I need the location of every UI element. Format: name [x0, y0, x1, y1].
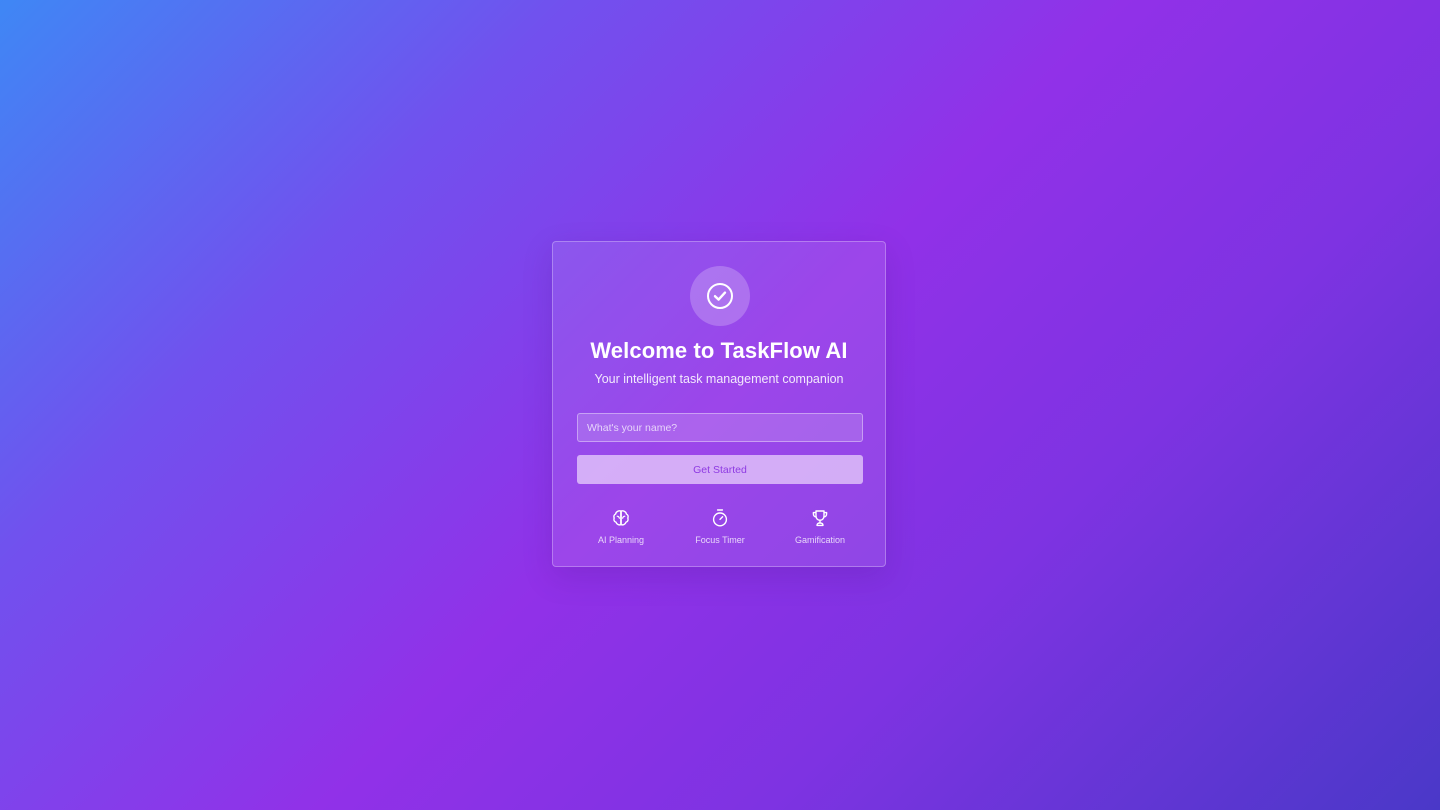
feature-focus-timer: Focus Timer — [675, 508, 765, 545]
feature-label: AI Planning — [597, 535, 645, 545]
feature-label: Gamification — [794, 535, 846, 545]
feature-gamification: Gamification — [775, 508, 865, 545]
trophy-icon — [812, 510, 828, 527]
get-started-button[interactable]: Get Started — [577, 455, 863, 484]
feature-list: AI Planning Focus Timer Gamification — [553, 508, 885, 548]
feature-label: Focus Timer — [695, 535, 745, 545]
check-circle-icon — [707, 283, 733, 309]
brain-icon — [613, 510, 629, 526]
name-input[interactable] — [577, 413, 863, 442]
stopwatch-icon — [712, 509, 728, 527]
page-subtitle: Your intelligent task management compani… — [594, 372, 844, 386]
feature-ai-planning: AI Planning — [576, 508, 666, 545]
logo-badge — [690, 266, 750, 326]
welcome-card: Welcome to TaskFlow AI Your intelligent … — [552, 241, 886, 567]
page-title: Welcome to TaskFlow AI — [590, 338, 848, 363]
